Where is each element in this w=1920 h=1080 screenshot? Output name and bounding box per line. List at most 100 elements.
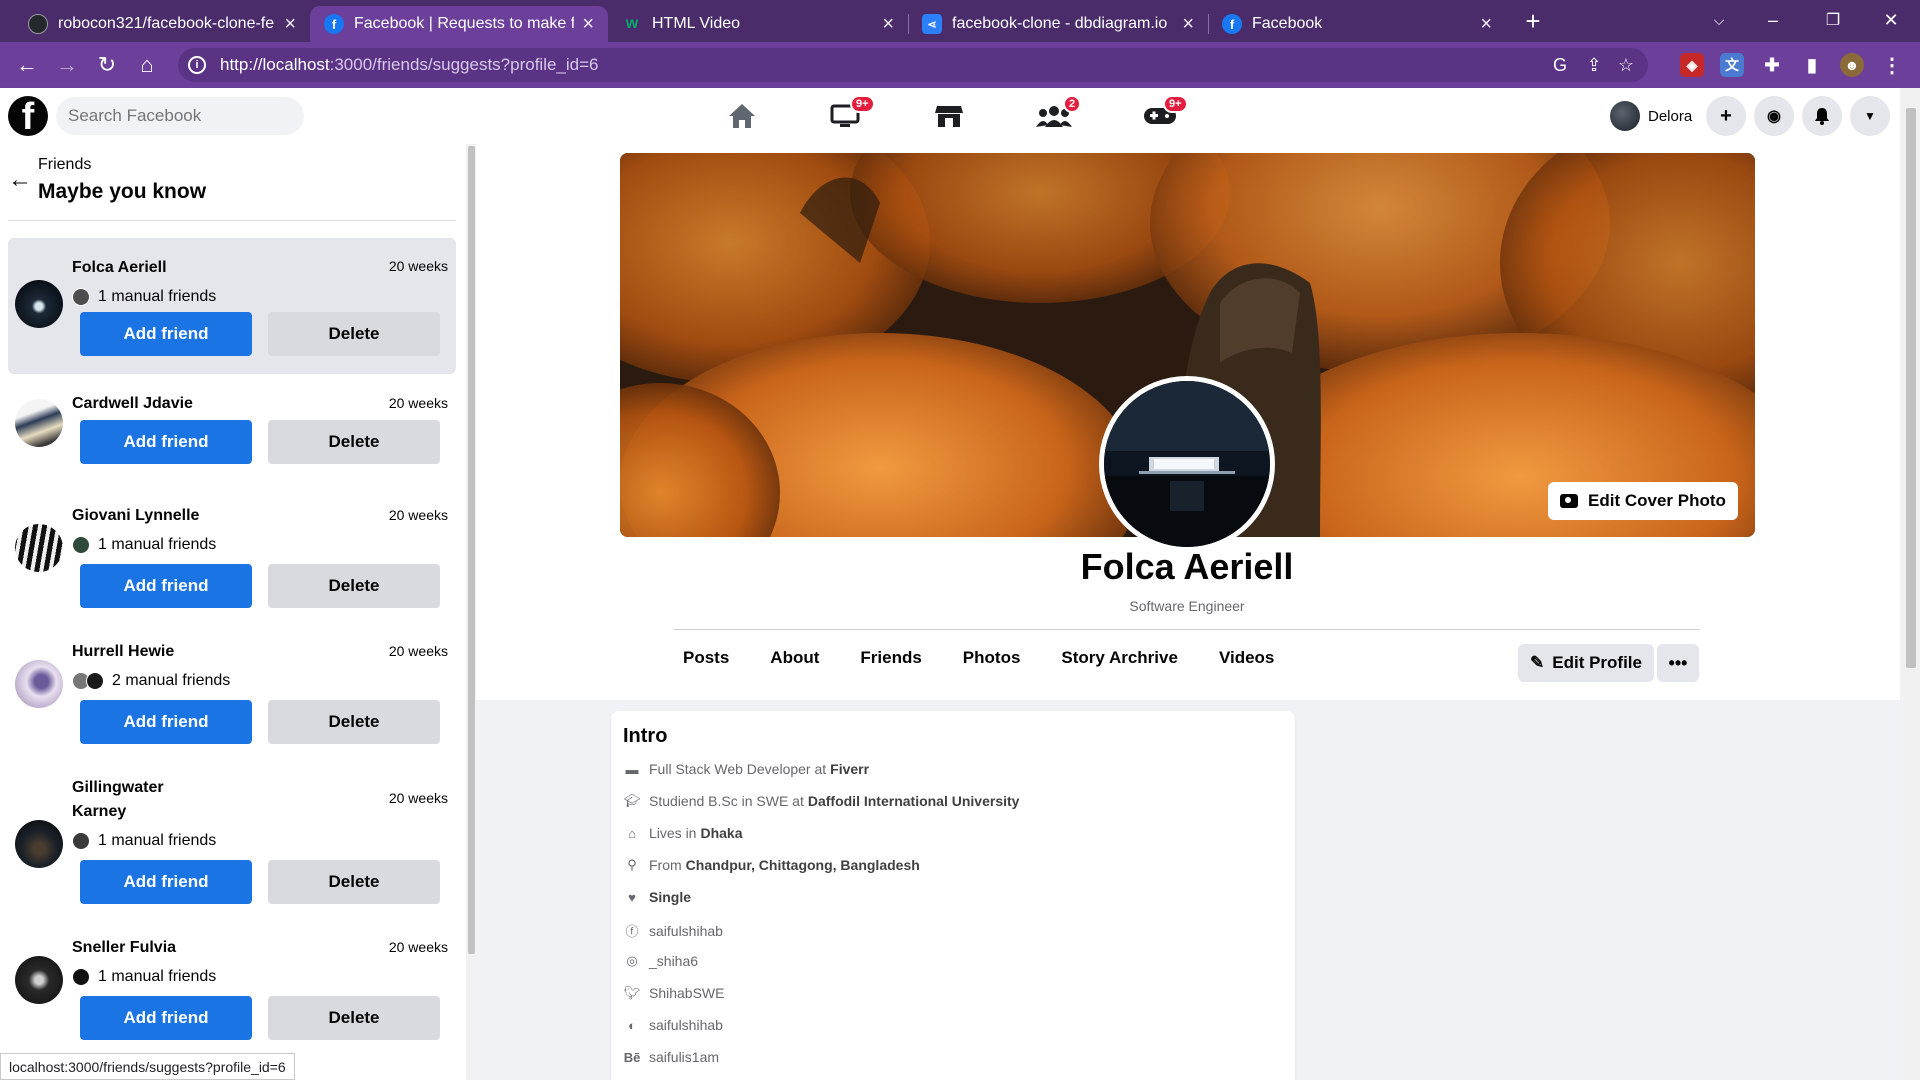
back-arrow-icon[interactable]: ← [11,49,43,81]
close-icon[interactable]: × [284,14,296,34]
forward-arrow-icon[interactable]: → [51,49,83,81]
intro-text: saifulis1am [649,1049,720,1065]
browser-tab-github[interactable]: robocon321/facebook-clone-fe × [14,6,310,42]
delete-button[interactable]: Delete [268,420,440,464]
profile-avatar-icon[interactable]: ☻ [1840,53,1864,77]
browser-toolbar: ← → ↻ ⌂ i http://localhost:3000/friends/… [0,42,1920,88]
google-lens-icon[interactable]: G [1544,48,1576,82]
intro-item: ▬ Full Stack Web Developer at Fiverr [623,761,870,777]
suggestion-name[interactable]: Sneller Fulvia [72,936,222,960]
create-plus-button[interactable]: + [1706,96,1746,136]
intro-item[interactable]: ◐ saifulshihab [623,1017,723,1033]
tab-photos[interactable]: Photos [954,648,1029,668]
more-options-button[interactable]: ••• [1657,644,1699,682]
marketplace-icon[interactable] [919,94,979,138]
suggestion-name[interactable]: Cardwell Jdavie [72,392,222,416]
avatar [15,524,63,572]
intro-text: Lives in [649,825,697,841]
new-tab-button[interactable]: + [1518,6,1548,36]
facebook-logo-icon[interactable]: f [8,96,48,136]
home-icon[interactable] [712,94,772,138]
close-icon[interactable]: × [1480,14,1492,34]
suggestion-card[interactable]: Gillingwater Karney 20 weeks 1 manual fr… [8,776,456,932]
add-friend-button[interactable]: Add friend [80,420,252,464]
delete-button[interactable]: Delete [268,860,440,904]
delete-button[interactable]: Delete [268,564,440,608]
address-bar[interactable]: i http://localhost:3000/friends/suggests… [178,48,1648,82]
intro-bold: Daffodil International University [807,793,1020,809]
suggestion-card[interactable]: Hurrell Hewie 20 weeks 2 manual friends … [8,640,456,770]
suggestion-card[interactable]: Sneller Fulvia 20 weeks 1 manual friends… [8,936,456,1066]
intro-item[interactable]: Bē saifulis1am [623,1049,719,1065]
suggestion-time: 20 weeks [388,790,448,806]
minimize-button[interactable]: – [1750,0,1796,40]
profile-picture[interactable] [1099,376,1275,552]
reload-icon[interactable]: ↻ [91,49,123,81]
suggestion-name[interactable]: Folca Aeriell [72,256,222,280]
mutual-friends: 1 manual friends [72,968,216,986]
add-friend-button[interactable]: Add friend [80,996,252,1040]
account-chevron-down-icon[interactable]: ▼ [1850,96,1890,136]
translate-extension-icon[interactable]: 文 [1720,53,1744,77]
site-info-icon[interactable]: i [188,56,206,74]
intro-item[interactable]: ⓕ saifulshihab [623,921,722,940]
bookmark-star-icon[interactable]: ☆ [1610,48,1642,82]
suggestion-card[interactable]: Cardwell Jdavie 20 weeks Add friend Dele… [8,392,456,492]
mutual-avatar [72,832,90,850]
add-friend-button[interactable]: Add friend [80,700,252,744]
intro-text: saifulshihab [649,1017,723,1033]
tab-posts[interactable]: Posts [674,648,737,668]
add-friend-button[interactable]: Add friend [80,564,252,608]
kebab-menu-icon[interactable]: ⋮ [1880,53,1904,77]
edit-cover-photo-button[interactable]: Edit Cover Photo [1548,482,1738,520]
notifications-bell-icon[interactable] [1802,96,1842,136]
intro-item: ⚲ From Chandpur, Chittagong, Bangladesh [623,857,920,873]
close-icon[interactable]: × [1182,14,1194,34]
edit-profile-button[interactable]: ✎ Edit Profile [1518,644,1654,682]
tab-friends[interactable]: Friends [851,648,929,668]
tab-story-archive[interactable]: Story Archrive [1052,648,1186,668]
suggestion-name[interactable]: Gillingwater Karney [72,776,222,824]
suggestion-time: 20 weeks [388,395,448,411]
sidebar-scrollbar-thumb[interactable] [468,146,475,954]
share-icon[interactable]: ⇪ [1578,48,1610,82]
github-icon: ◐ [628,1017,636,1033]
suggestion-name[interactable]: Hurrell Hewie [72,640,222,664]
intro-item[interactable]: 🐦︎ ShihabSWE [623,985,725,1001]
messenger-icon[interactable]: ◉ [1754,96,1794,136]
profile-subtitle: Software Engineer [1129,598,1245,614]
page-scrollbar-thumb[interactable] [1906,108,1916,668]
delete-button[interactable]: Delete [268,312,440,356]
side-panel-icon[interactable]: ▮ [1800,53,1824,77]
profile-chip[interactable]: Delora [1610,100,1692,132]
home-icon[interactable]: ⌂ [131,49,163,81]
back-arrow-icon[interactable]: ← [8,166,32,194]
browser-tab-facebook-requests[interactable]: f Facebook | Requests to make fri × [310,6,608,42]
intro-item[interactable]: ◎ _shiha6 [623,953,698,969]
add-friend-button[interactable]: Add friend [80,860,252,904]
delete-button[interactable]: Delete [268,700,440,744]
mutual-text: 1 manual friends [98,288,217,305]
tab-title: Facebook | Requests to make fri [354,15,575,32]
extension-icon[interactable]: ◈ [1680,53,1704,77]
add-friend-button[interactable]: Add friend [80,312,252,356]
browser-tab-dbdiagram[interactable]: ⋖ facebook-clone - dbdiagram.io × [908,6,1208,42]
close-icon[interactable]: × [882,14,894,34]
close-window-button[interactable]: ✕ [1868,0,1914,40]
browser-tab-html-video[interactable]: w HTML Video × [608,6,908,42]
suggestion-card[interactable]: Folca Aeriell 20 weeks 1 manual friends … [8,238,456,374]
restore-button[interactable]: ❐ [1810,0,1856,40]
intro-bold: Chandpur, Chittagong, Bangladesh [685,857,920,873]
tab-videos[interactable]: Videos [1210,648,1282,668]
tab-about[interactable]: About [761,648,827,668]
tab-search-chevron-icon[interactable]: ⌵ [1696,0,1742,40]
browser-tab-facebook[interactable]: f Facebook × [1208,6,1506,42]
delete-button[interactable]: Delete [268,996,440,1040]
mutual-avatar [86,672,104,690]
suggestion-name[interactable]: Giovani Lynnelle [72,504,222,528]
search-input[interactable] [56,97,304,135]
close-icon[interactable]: × [582,14,594,34]
puzzle-icon[interactable]: ✚ [1760,53,1784,77]
suggestion-card[interactable]: Giovani Lynnelle 20 weeks 1 manual frien… [8,504,456,634]
breadcrumb[interactable]: Friends [38,156,91,174]
